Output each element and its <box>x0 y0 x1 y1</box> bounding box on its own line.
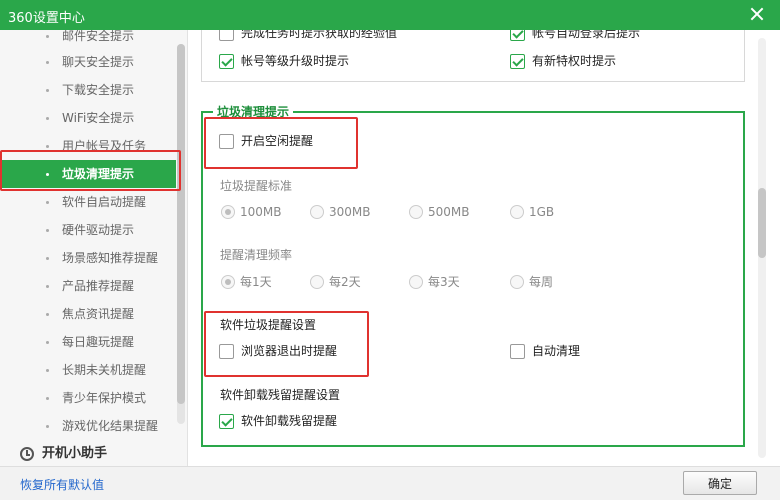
checkbox-icon <box>219 344 234 359</box>
checkbox-icon <box>219 414 234 429</box>
radio-icon <box>221 275 235 289</box>
sidebar-item-hardware-driver[interactable]: 硬件驱动提示 <box>0 216 176 244</box>
idle-reminder-checkbox[interactable]: 开启空闲提醒 <box>219 133 313 151</box>
sidebar-item-user-account[interactable]: 用户帐号及任务 <box>0 132 176 160</box>
radio-icon <box>310 205 324 219</box>
bullet-icon <box>46 341 49 344</box>
bullet-icon <box>46 145 49 148</box>
sidebar-item-junk-clean[interactable]: 垃圾清理提示 <box>0 160 176 188</box>
bullet-icon <box>46 61 49 64</box>
checkbox-icon <box>510 30 525 41</box>
bullet-icon <box>46 425 49 428</box>
browser-exit-checkbox[interactable]: 浏览器退出时提醒 <box>219 343 337 361</box>
junk-section-legend: 垃圾清理提示 <box>213 103 294 120</box>
sidebar-item-autostart[interactable]: 软件自启动提醒 <box>0 188 176 216</box>
auto-clean-checkbox[interactable]: 自动清理 <box>510 343 580 361</box>
radio-icon <box>310 275 324 289</box>
sidebar: 邮件安全提示 聊天安全提示 下载安全提示 WiFi安全提示 用户帐号及任务 垃圾… <box>0 30 188 466</box>
freq-radio-2day[interactable]: 每2天 <box>310 274 361 290</box>
sidebar-item-long-uptime[interactable]: 长期未关机提醒 <box>0 356 176 384</box>
checkbox-icon <box>219 54 234 69</box>
size-radio-100mb[interactable]: 100MB <box>221 204 282 220</box>
standard-label: 垃圾提醒标准 <box>220 179 293 193</box>
bullet-icon <box>46 35 49 38</box>
auto-login-tip-checkbox[interactable]: 帐号自动登录后提示 <box>510 30 640 43</box>
sidebar-item-game-optimize[interactable]: 游戏优化结果提醒 <box>0 412 176 440</box>
radio-icon <box>510 275 524 289</box>
checkbox-icon <box>510 54 525 69</box>
freq-radio-1day[interactable]: 每1天 <box>221 274 272 290</box>
footer-bar: 恢复所有默认值 确定 <box>0 466 780 500</box>
title-bar: 360设置中心 <box>0 0 780 30</box>
bullet-icon <box>46 201 49 204</box>
checkbox-icon <box>510 344 525 359</box>
exp-tip-checkbox[interactable]: 完成任务时提示获取的经验值 <box>219 30 397 43</box>
window-title: 360设置中心 <box>8 11 85 26</box>
freq-radio-3day[interactable]: 每3天 <box>409 274 460 290</box>
freq-radio-week[interactable]: 每周 <box>510 274 553 290</box>
ok-button[interactable]: 确定 <box>683 471 757 495</box>
sidebar-item-scene-recommend[interactable]: 场景感知推荐提醒 <box>0 244 176 272</box>
clock-icon <box>20 447 34 461</box>
checkbox-icon <box>219 134 234 149</box>
uninstall-residue-checkbox[interactable]: 软件卸载残留提醒 <box>219 413 337 431</box>
radio-icon <box>221 205 235 219</box>
bullet-icon <box>46 257 49 260</box>
bullet-icon <box>46 313 49 316</box>
main-scrollbar-thumb[interactable] <box>758 188 766 258</box>
level-up-checkbox[interactable]: 帐号等级升级时提示 <box>219 53 349 71</box>
sidebar-item-focus-news[interactable]: 焦点资讯提醒 <box>0 300 176 328</box>
radio-icon <box>510 205 524 219</box>
sidebar-item-wifi-security[interactable]: WiFi安全提示 <box>0 104 176 132</box>
bullet-icon <box>46 369 49 372</box>
bullet-icon <box>46 397 49 400</box>
main-scrollbar[interactable] <box>758 38 766 458</box>
sidebar-group-boot-assistant[interactable]: 开机小助手 <box>0 440 176 466</box>
radio-icon <box>409 275 423 289</box>
bullet-icon <box>46 89 49 92</box>
uninstall-residue-label: 软件卸载残留提醒设置 <box>220 388 341 402</box>
software-junk-label: 软件垃圾提醒设置 <box>220 318 317 332</box>
radio-icon <box>409 205 423 219</box>
size-radio-1gb[interactable]: 1GB <box>510 204 554 220</box>
sidebar-scrollbar[interactable] <box>177 44 185 424</box>
new-privilege-checkbox[interactable]: 有新特权时提示 <box>510 53 616 71</box>
sidebar-item-youth-mode[interactable]: 青少年保护模式 <box>0 384 176 412</box>
size-radio-500mb[interactable]: 500MB <box>409 204 470 220</box>
bullet-icon <box>46 173 49 176</box>
sidebar-item-download-security[interactable]: 下载安全提示 <box>0 76 176 104</box>
main-panel: 完成任务时提示获取的经验值 帐号自动登录后提示 帐号等级升级时提示 有新特权时提… <box>189 30 780 466</box>
bullet-icon <box>46 285 49 288</box>
frequency-label: 提醒清理频率 <box>220 248 293 262</box>
bullet-icon <box>46 229 49 232</box>
checkbox-icon <box>219 30 234 41</box>
sidebar-item-product-recommend[interactable]: 产品推荐提醒 <box>0 272 176 300</box>
sidebar-item-chat-security[interactable]: 聊天安全提示 <box>0 48 176 76</box>
bullet-icon <box>46 117 49 120</box>
restore-defaults-link[interactable]: 恢复所有默认值 <box>20 476 104 493</box>
sidebar-scrollbar-thumb[interactable] <box>177 44 185 404</box>
close-icon[interactable] <box>748 5 766 23</box>
sidebar-item-mail-security[interactable]: 邮件安全提示 <box>0 30 176 50</box>
sidebar-item-daily-fun[interactable]: 每日趣玩提醒 <box>0 328 176 356</box>
size-radio-300mb[interactable]: 300MB <box>310 204 371 220</box>
